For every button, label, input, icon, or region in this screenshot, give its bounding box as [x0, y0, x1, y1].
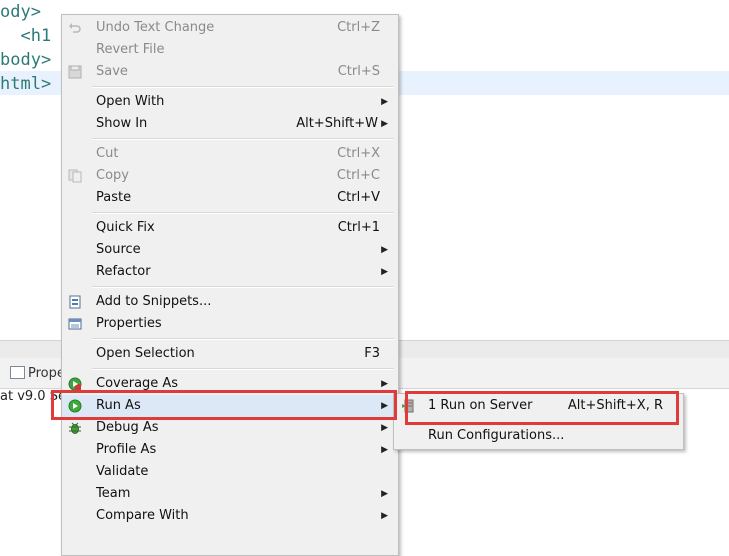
menu-item-shortcut: Ctrl+X: [337, 146, 380, 161]
menu-item-label: Validate: [96, 464, 149, 479]
coverage-icon: [68, 377, 82, 391]
menu-item-show-in[interactable]: Show In Alt+Shift+W ▶: [62, 113, 398, 135]
properties-tab-icon: [10, 366, 25, 379]
code-line: html>: [0, 74, 52, 94]
menu-item-label: Run Configurations...: [428, 428, 565, 443]
code-line: ody>: [0, 2, 41, 22]
menu-item-shortcut: Ctrl+S: [337, 64, 380, 79]
menu-item-profile-as[interactable]: Profile As ▶: [62, 439, 398, 461]
menu-item-label: Save: [96, 64, 128, 79]
menu-item-shortcut: Ctrl+V: [337, 190, 380, 205]
menu-separator: [92, 212, 394, 214]
highlight-box-run-on-server: [405, 391, 679, 425]
menu-item-copy[interactable]: Copy Ctrl+C: [62, 165, 398, 187]
save-icon: [68, 65, 82, 79]
menu-item-label: Revert File: [96, 42, 165, 57]
menu-item-quick-fix[interactable]: Quick Fix Ctrl+1: [62, 217, 398, 239]
menu-separator: [92, 86, 394, 88]
menu-item-label: Quick Fix: [96, 220, 155, 235]
menu-item-validate[interactable]: Validate: [62, 461, 398, 483]
undo-icon: [69, 23, 81, 33]
menu-item-undo-text-change[interactable]: Undo Text Change Ctrl+Z: [62, 17, 398, 39]
menu-item-refactor[interactable]: Refactor ▶: [62, 261, 398, 283]
menu-item-shortcut: Alt+Shift+W: [296, 116, 378, 131]
menu-separator: [92, 338, 394, 340]
menu-item-label: Paste: [96, 190, 132, 205]
menu-item-label: Profile As: [96, 442, 157, 457]
menu-item-properties[interactable]: Properties: [62, 313, 398, 335]
menu-separator: [92, 368, 394, 370]
submenu-arrow-icon: ▶: [381, 119, 388, 129]
snippets-icon: [69, 295, 81, 309]
menu-separator: [92, 138, 394, 140]
menu-item-label: Team: [96, 486, 131, 501]
menu-item-label: Open With: [96, 94, 165, 109]
code-line: body>: [0, 50, 52, 70]
submenu-arrow-icon: ▶: [381, 267, 388, 277]
menu-item-label: Properties: [96, 316, 162, 331]
menu-item-team[interactable]: Team ▶: [62, 483, 398, 505]
menu-item-revert-file[interactable]: Revert File: [62, 39, 398, 61]
menu-item-open-with[interactable]: Open With ▶: [62, 91, 398, 113]
submenu-arrow-icon: ▶: [381, 245, 388, 255]
menu-item-add-to-snippets[interactable]: Add to Snippets...: [62, 291, 398, 313]
menu-item-label: Show In: [96, 116, 148, 131]
menu-item-shortcut: Ctrl+1: [337, 220, 380, 235]
menu-item-open-selection[interactable]: Open Selection F3: [62, 343, 398, 365]
menu-item-label: Cut: [96, 146, 119, 161]
menu-item-save[interactable]: Save Ctrl+S: [62, 61, 398, 83]
highlight-box-run-as: [51, 390, 397, 420]
menu-item-shortcut: Ctrl+C: [336, 168, 380, 183]
menu-item-label: Open Selection: [96, 346, 195, 361]
code-line: <h1: [0, 26, 52, 46]
menu-item-label: Undo Text Change: [96, 20, 215, 35]
submenu-arrow-icon: ▶: [381, 445, 388, 455]
menu-item-shortcut: F3: [364, 346, 380, 361]
submenu-arrow-icon: ▶: [381, 97, 388, 107]
menu-item-label: Add to Snippets...: [96, 294, 212, 309]
menu-item-cut[interactable]: Cut Ctrl+X: [62, 143, 398, 165]
menu-item-paste[interactable]: Paste Ctrl+V: [62, 187, 398, 209]
submenu-arrow-icon: ▶: [381, 423, 388, 433]
tab-properties[interactable]: Prope: [28, 366, 65, 381]
submenu-arrow-icon: ▶: [381, 489, 388, 499]
menu-item-label: Copy: [96, 168, 129, 183]
menu-item-label: Source: [96, 242, 141, 257]
menu-item-label: Compare With: [96, 508, 189, 523]
menu-separator: [92, 286, 394, 288]
properties-icon: [68, 318, 82, 330]
menu-item-run-configurations[interactable]: Run Configurations...: [394, 424, 683, 448]
submenu-arrow-icon: ▶: [381, 511, 388, 521]
bug-icon: [69, 422, 81, 434]
copy-icon: [68, 169, 82, 183]
menu-item-label: Refactor: [96, 264, 151, 279]
menu-item-shortcut: Ctrl+Z: [337, 20, 380, 35]
context-menu: Undo Text Change Ctrl+Z Revert File Save…: [61, 14, 399, 556]
menu-item-label: Debug As: [96, 420, 159, 435]
menu-item-debug-as[interactable]: Debug As ▶: [62, 417, 398, 439]
menu-item-source[interactable]: Source ▶: [62, 239, 398, 261]
menu-item-compare-with[interactable]: Compare With ▶: [62, 505, 398, 527]
